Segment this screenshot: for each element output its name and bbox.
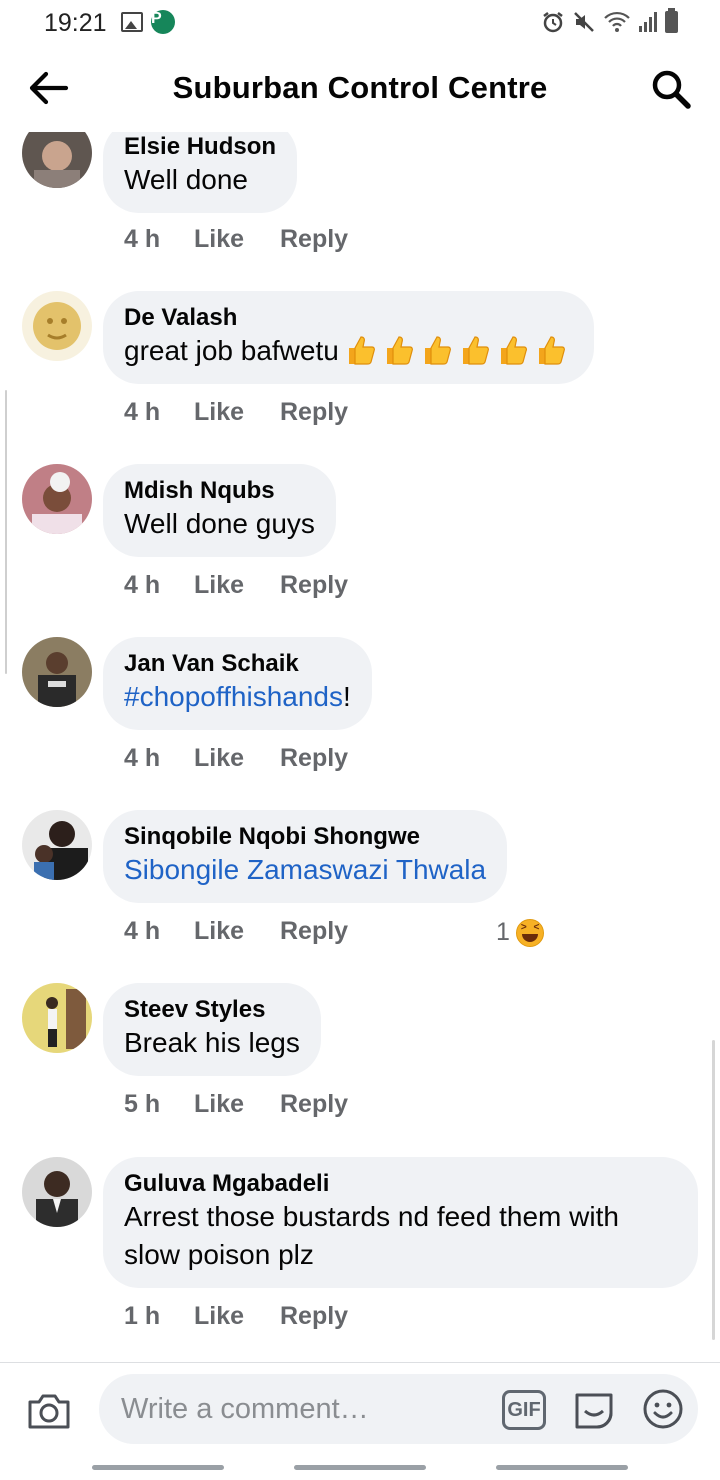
comment-actions: 5 h Like Reply — [124, 1090, 348, 1119]
reply-button[interactable]: Reply — [280, 225, 348, 254]
comment-list[interactable]: Elsie Hudson Well done 4 h Like Reply De… — [0, 132, 720, 1362]
mention-link[interactable]: Sibongile Zamaswazi Thwala — [124, 854, 486, 885]
mute-icon — [574, 12, 594, 32]
reaction-summary[interactable]: 1 — [496, 918, 544, 947]
thumbs-up-emoji — [462, 336, 489, 365]
avatar[interactable] — [22, 291, 92, 361]
status-right-icons — [541, 8, 678, 34]
comment-bubble[interactable]: Steev Styles Break his legs — [103, 983, 321, 1076]
comment-text: #chopoffhishands! — [124, 678, 351, 716]
comment-actions: 4 h Like Reply — [124, 917, 348, 946]
thumbs-up-emoji — [500, 336, 527, 365]
wifi-icon — [604, 11, 630, 32]
avatar[interactable] — [22, 464, 92, 534]
battery-icon — [665, 8, 678, 33]
avatar[interactable] — [22, 983, 92, 1053]
status-bar: 19:21 P — [0, 0, 720, 44]
system-nav-bar — [0, 1454, 720, 1480]
status-time: 19:21 — [44, 9, 107, 37]
comment-text: Break his legs — [124, 1027, 300, 1058]
avatar[interactable] — [22, 810, 92, 880]
camera-icon[interactable] — [26, 1391, 72, 1431]
reply-button[interactable]: Reply — [280, 744, 348, 773]
comment-time: 4 h — [124, 917, 161, 945]
like-button[interactable]: Like — [194, 225, 280, 254]
comment-author[interactable]: Mdish Nqubs — [124, 477, 315, 505]
gallery-icon — [121, 12, 143, 32]
thumbs-up-emoji — [424, 336, 451, 365]
reply-button[interactable]: Reply — [280, 917, 348, 946]
comment-text: great job bafwetu — [124, 332, 573, 370]
comment-time: 4 h — [124, 571, 161, 599]
like-button[interactable]: Like — [194, 398, 280, 427]
reply-button[interactable]: Reply — [280, 571, 348, 600]
comment-text-body: great job bafwetu — [124, 335, 339, 366]
comment-time: 4 h — [124, 225, 161, 253]
avatar[interactable] — [22, 132, 92, 188]
nav-home-handle[interactable] — [294, 1465, 426, 1470]
avatar[interactable] — [22, 1157, 92, 1227]
edge-panel-handle[interactable] — [5, 390, 7, 674]
like-button[interactable]: Like — [194, 1302, 280, 1331]
app-header: Suburban Control Centre — [0, 44, 720, 132]
comment-bubble[interactable]: Sinqobile Nqobi Shongwe Sibongile Zamasw… — [103, 810, 508, 903]
search-icon[interactable] — [650, 68, 692, 110]
signal-icon — [639, 12, 657, 32]
like-button[interactable]: Like — [194, 1090, 280, 1119]
comment-bubble[interactable]: Mdish Nqubs Well done guys — [103, 464, 336, 557]
comment-actions: 4 h Like Reply — [124, 225, 348, 254]
comment-time: 5 h — [124, 1090, 161, 1118]
comment-text: Sibongile Zamaswazi Thwala — [124, 851, 486, 889]
comment-bubble[interactable]: Elsie Hudson Well done — [103, 132, 298, 213]
comment-text: Arrest those bustards nd feed them with … — [124, 1201, 619, 1270]
comment-time: 4 h — [124, 398, 161, 426]
comment-time: 1 h — [124, 1302, 161, 1330]
page-title: Suburban Control Centre — [172, 70, 548, 105]
gif-button[interactable]: GIF — [502, 1390, 546, 1430]
comment-text: Well done — [124, 164, 249, 195]
comment-author[interactable]: Steev Styles — [124, 996, 300, 1024]
status-left-icons: P — [121, 10, 175, 34]
comment-time: 4 h — [124, 744, 161, 772]
comment-author[interactable]: Sinqobile Nqobi Shongwe — [124, 823, 486, 851]
app-badge-icon: P — [151, 10, 175, 34]
thumbs-up-emoji-row — [345, 332, 573, 370]
comment-composer: GIF — [0, 1362, 720, 1454]
comment-author[interactable]: Elsie Hudson — [124, 133, 276, 161]
alarm-icon — [543, 12, 563, 33]
comment-actions: 4 h Like Reply — [124, 744, 348, 773]
comment-actions: 4 h Like Reply — [124, 398, 348, 427]
comment-text: Well done guys — [124, 508, 315, 539]
comment-author[interactable]: Jan Van Schaik — [124, 650, 351, 678]
avatar[interactable] — [22, 637, 92, 707]
thumbs-up-emoji — [538, 336, 565, 365]
comment-actions: 1 h Like Reply — [124, 1302, 348, 1331]
reply-button[interactable]: Reply — [280, 398, 348, 427]
sticker-icon[interactable] — [571, 1387, 617, 1433]
thumbs-up-emoji — [348, 336, 375, 365]
comment-bubble[interactable]: Guluva Mgabadeli Arrest those bustards n… — [103, 1157, 698, 1288]
scrollbar[interactable] — [712, 1040, 715, 1340]
like-button[interactable]: Like — [194, 571, 280, 600]
thumbs-up-emoji — [386, 336, 413, 365]
nav-recents-handle[interactable] — [92, 1465, 224, 1470]
haha-icon — [515, 918, 544, 947]
comment-bubble[interactable]: Jan Van Schaik #chopoffhishands! — [103, 637, 372, 730]
comment-text-suffix: ! — [343, 681, 351, 712]
comment-author[interactable]: Guluva Mgabadeli — [124, 1170, 677, 1198]
emoji-icon[interactable] — [642, 1388, 684, 1430]
comment-bubble[interactable]: De Valash great job bafwetu — [103, 291, 594, 384]
nav-back-handle[interactable] — [496, 1465, 628, 1470]
like-button[interactable]: Like — [194, 917, 280, 946]
hashtag-link[interactable]: #chopoffhishands — [124, 681, 343, 712]
reaction-count: 1 — [496, 918, 510, 946]
comment-actions: 4 h Like Reply — [124, 571, 348, 600]
reply-button[interactable]: Reply — [280, 1302, 348, 1331]
comment-author[interactable]: De Valash — [124, 304, 573, 332]
reply-button[interactable]: Reply — [280, 1090, 348, 1119]
like-button[interactable]: Like — [194, 744, 280, 773]
